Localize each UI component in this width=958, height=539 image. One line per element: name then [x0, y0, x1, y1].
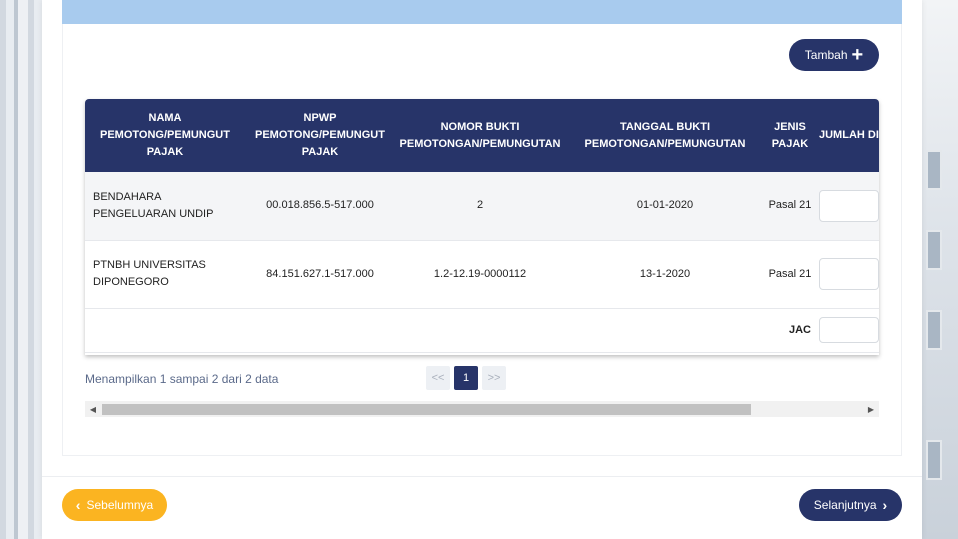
amount-input[interactable]: [819, 258, 879, 290]
chevron-right-icon: ›: [882, 497, 888, 513]
header-tanggal-bukti: TANGGAL BUKTI PEMOTONGAN/PEMUNGUTAN: [565, 99, 765, 172]
total-spacer: [85, 308, 765, 353]
pagination: << 1 >>: [426, 366, 506, 390]
header-nama: NAMA PEMOTONG/PEMUNGUT PAJAK: [85, 99, 245, 172]
cell-npwp: 00.018.856.5-517.000: [245, 172, 395, 241]
header-jumlah-dipotong: JUMLAH DIPOTONG: [815, 99, 879, 172]
cell-npwp: 84.151.627.1-517.000: [245, 240, 395, 309]
cell-nomor: 2: [395, 172, 565, 241]
pagination-page-1[interactable]: 1: [454, 366, 478, 390]
plus-icon: +: [851, 44, 864, 66]
amount-input[interactable]: [819, 189, 879, 222]
horizontal-scrollbar[interactable]: ◀ ▶: [85, 401, 879, 417]
cell-total: [815, 308, 879, 353]
cell-nomor: 1.2-12.19-0000112: [395, 240, 565, 309]
cell-tanggal: 01-01-2020: [565, 172, 765, 241]
pagination-info: Menampilkan 1 sampai 2 dari 2 data: [85, 372, 279, 386]
section-header-band: [62, 0, 902, 24]
scroll-left-icon[interactable]: ◀: [85, 401, 101, 417]
total-label: JAC: [765, 308, 815, 353]
scrollbar-thumb[interactable]: [102, 404, 751, 415]
header-jenis-pajak: JENIS PAJAK: [765, 99, 815, 172]
table-total-row: JAC: [85, 308, 879, 353]
background-right: [920, 0, 958, 539]
cell-jenis: Pasal 21: [765, 240, 815, 309]
add-button[interactable]: Tambah +: [789, 39, 879, 71]
data-table-wrapper: NAMA PEMOTONG/PEMUNGUT PAJAK NPWP PEMOTO…: [85, 99, 879, 355]
add-button-label: Tambah: [804, 48, 848, 62]
next-button[interactable]: Selanjutnya ›: [799, 489, 902, 521]
table-row: PTNBH UNIVERSITAS DIPONEGORO 84.151.627.…: [85, 240, 879, 309]
pagination-prev-button[interactable]: <<: [426, 366, 450, 390]
header-nomor-bukti: NOMOR BUKTI PEMOTONGAN/PEMUNGUTAN: [395, 99, 565, 172]
cell-jumlah: [815, 240, 879, 309]
previous-button[interactable]: ‹ Sebelumnya: [62, 489, 167, 521]
chevron-left-icon: ‹: [75, 497, 81, 513]
cell-jenis: Pasal 21: [765, 172, 815, 241]
footer-divider: [42, 476, 922, 477]
background-left: [0, 0, 42, 539]
cell-jumlah: [815, 172, 879, 241]
cell-nama: BENDAHARA PENGELUARAN UNDIP: [85, 172, 245, 241]
previous-button-label: Sebelumnya: [86, 498, 154, 512]
header-npwp: NPWP PEMOTONG/PEMUNGUT PAJAK: [245, 99, 395, 172]
cell-tanggal: 13-1-2020: [565, 240, 765, 309]
table-row: BENDAHARA PENGELUARAN UNDIP 00.018.856.5…: [85, 172, 879, 241]
next-button-label: Selanjutnya: [813, 498, 877, 512]
table-header-row: NAMA PEMOTONG/PEMUNGUT PAJAK NPWP PEMOTO…: [85, 99, 879, 172]
form-card: Tambah + NAMA PEMOTONG/PEMUNGUT PAJAK NP…: [42, 0, 922, 539]
scroll-right-icon[interactable]: ▶: [863, 401, 879, 417]
pagination-next-button[interactable]: >>: [482, 366, 506, 390]
data-table: NAMA PEMOTONG/PEMUNGUT PAJAK NPWP PEMOTO…: [85, 99, 879, 353]
total-amount-input[interactable]: [819, 317, 879, 343]
cell-nama: PTNBH UNIVERSITAS DIPONEGORO: [85, 240, 245, 309]
